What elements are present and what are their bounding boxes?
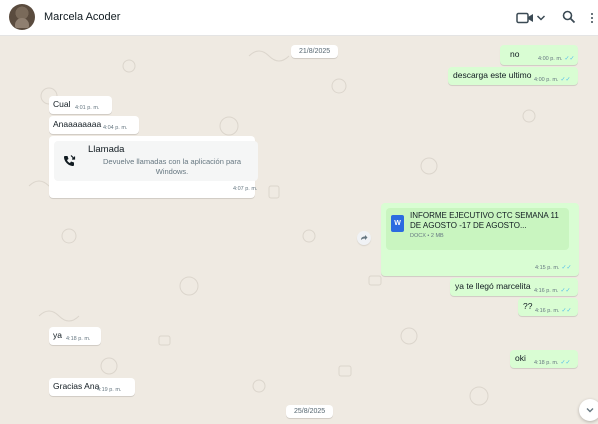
message-time: 4:00 p. m. ✓✓ [534, 76, 571, 83]
forward-icon [361, 235, 368, 240]
call-subtitle: Devuelve llamadas con la aplicación para… [103, 157, 241, 176]
message-text: Cual [53, 99, 71, 109]
message-bubble-outgoing[interactable]: descarga este ultimo 4:00 p. m. ✓✓ [448, 67, 578, 85]
message-time: 4:15 p. m. ✓✓ [535, 264, 572, 271]
message-text: ya te llegó marcelita [455, 281, 531, 291]
message-text: no [510, 49, 520, 59]
message-bubble-outgoing[interactable]: oki 4:18 p. m. ✓✓ [510, 350, 578, 368]
call-title: Llamada [88, 144, 125, 155]
forward-button[interactable] [357, 231, 371, 245]
message-text: descarga este ultimo [453, 70, 532, 80]
word-document-icon: W [391, 215, 404, 232]
message-text: oki [515, 353, 526, 363]
message-time: 4:04 p. m. [103, 125, 128, 131]
scroll-to-bottom-button[interactable] [579, 399, 598, 421]
read-ticks-icon: ✓✓ [560, 77, 571, 83]
message-bubble-outgoing[interactable]: no 4:00 p. m. ✓✓ [500, 45, 578, 65]
message-time: 4:16 p. m. ✓✓ [534, 287, 571, 294]
date-separator: 25/8/2025 [286, 405, 334, 418]
time-label: 4:00 p. m. [534, 77, 559, 83]
message-bubble-incoming[interactable]: Cual 4:01 p. m. [49, 96, 112, 114]
document-card[interactable]: W INFORME EJECUTIVO CTC SEMANA 11 DE AGO… [386, 208, 569, 250]
read-ticks-icon: ✓✓ [560, 288, 571, 294]
message-bubble-incoming[interactable]: Gracias Ana 4:19 p. m. [49, 378, 135, 396]
chat-area: 21/8/2025 no 4:00 p. m. ✓✓ descarga este … [9, 36, 589, 423]
message-text: Gracias Ana [53, 381, 100, 391]
message-time: 4:00 p. m. ✓✓ [538, 55, 575, 62]
read-ticks-icon: ✓✓ [560, 360, 571, 366]
date-separator: 21/8/2025 [291, 45, 339, 58]
chat-header: Marcela Acoder [0, 0, 598, 36]
message-time: 4:18 p. m. [66, 336, 91, 342]
message-time: 4:16 p. m. ✓✓ [535, 307, 572, 314]
message-bubble-incoming[interactable]: ya 4:18 p. m. [49, 327, 101, 345]
time-label: 4:18 p. m. [534, 360, 559, 366]
message-time: 4:01 p. m. [75, 105, 100, 111]
missed-call-card[interactable]: Llamada Devuelve llamadas con la aplicac… [54, 141, 258, 181]
message-bubble-incoming[interactable]: Anaaaaaaaa 4:04 p. m. [49, 116, 139, 134]
read-ticks-icon: ✓✓ [564, 56, 575, 62]
more-options-icon[interactable] [590, 12, 594, 24]
date-label: 21/8/2025 [299, 48, 331, 55]
message-text: Anaaaaaaaa [53, 119, 102, 129]
time-label: 4:16 p. m. [535, 308, 560, 314]
video-call-icon[interactable] [516, 12, 534, 24]
message-time: 4:18 p. m. ✓✓ [534, 359, 571, 366]
search-icon[interactable] [562, 10, 576, 24]
message-text: ya [53, 330, 62, 340]
document-title: INFORME EJECUTIVO CTC SEMANA 11 DE AGOST… [410, 211, 559, 230]
chevron-down-icon[interactable] [536, 12, 546, 24]
message-bubble-outgoing[interactable]: ya te llegó marcelita 4:16 p. m. ✓✓ [450, 278, 578, 296]
call-message-bubble[interactable]: Llamada Devuelve llamadas con la aplicac… [49, 136, 258, 198]
message-bubble-outgoing[interactable]: ?? 4:16 p. m. ✓✓ [518, 298, 578, 316]
time-label: 4:00 p. m. [538, 56, 563, 62]
read-ticks-icon: ✓✓ [561, 308, 572, 314]
message-time: 4:19 p. m. [97, 387, 122, 393]
missed-call-icon [64, 155, 76, 166]
message-time: 4:07 p. m. [233, 186, 258, 192]
document-meta: DOCX • 2 MB [410, 233, 444, 239]
date-label: 25/8/2025 [294, 408, 326, 415]
time-label: 4:16 p. m. [534, 288, 559, 294]
document-message-bubble[interactable]: W INFORME EJECUTIVO CTC SEMANA 11 DE AGO… [381, 203, 579, 276]
contact-avatar[interactable] [9, 4, 35, 30]
chevron-down-icon [586, 408, 594, 413]
message-text: ?? [523, 301, 533, 311]
contact-name[interactable]: Marcela Acoder [44, 11, 120, 23]
time-label: 4:15 p. m. [535, 265, 560, 271]
read-ticks-icon: ✓✓ [561, 265, 572, 271]
